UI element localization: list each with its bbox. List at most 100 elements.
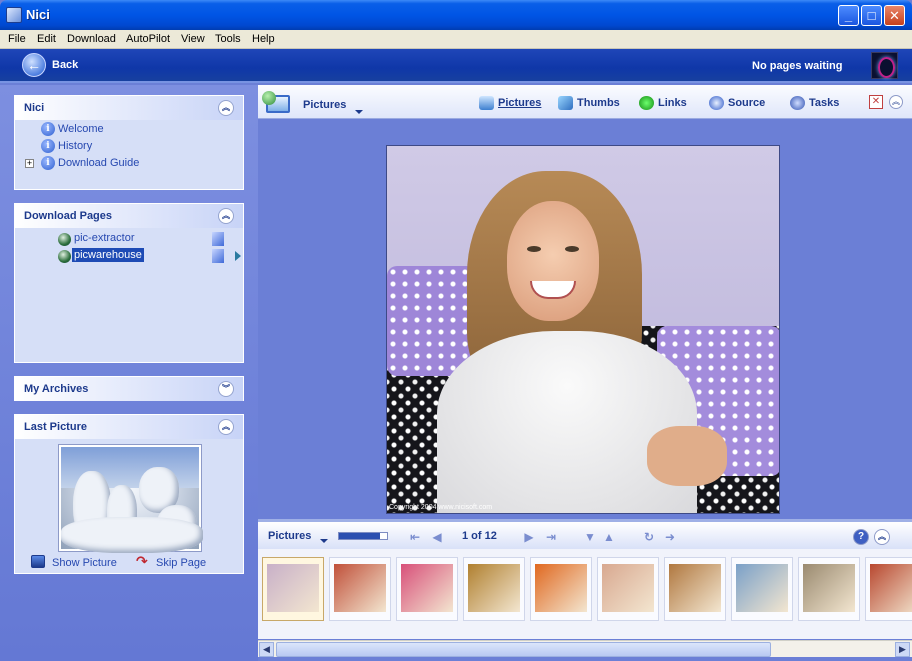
left-pane: Nici ︽ i Welcome i History + i Download …	[0, 85, 258, 661]
page-status-icon	[212, 232, 224, 246]
menu-tools[interactable]: Tools	[215, 33, 241, 45]
picture-counter: 1 of 12	[462, 530, 497, 542]
collapse-icon[interactable]: ︽	[874, 529, 890, 545]
title-bar: Nici _ □ ✕	[0, 0, 912, 30]
thumbnail-image	[334, 564, 386, 612]
tasks-icon	[790, 96, 805, 110]
last-picture-header[interactable]: Last Picture ︽	[15, 415, 243, 439]
thumbnail-image	[267, 564, 319, 612]
thumbnail-deer[interactable]	[664, 557, 726, 621]
view-dropdown-label[interactable]: Pictures	[303, 99, 346, 111]
download-page-item-selected[interactable]: picwarehouse	[72, 248, 144, 262]
menu-help[interactable]: Help	[252, 33, 275, 45]
info-icon: i	[41, 139, 55, 153]
last-picture-panel: Last Picture ︽ Show Picture ↷ Skip Page	[14, 414, 244, 574]
web-page-icon	[58, 233, 71, 246]
menu-view[interactable]: View	[181, 33, 205, 45]
fullscreen-icon[interactable]: ✕	[869, 95, 883, 109]
pictures-view-icon[interactable]	[262, 89, 292, 119]
filmstrip-toolbar: Pictures ⇤ ◀ 1 of 12 ▶ ⇥ ▼ ▲ ↻ ➜ ? ︽	[258, 519, 912, 549]
thumbnail-strip	[258, 549, 912, 639]
main-picture[interactable]: Copyright 2004 www.nicisoft.com	[386, 145, 780, 514]
thumbnail-girl-portrait[interactable]	[262, 557, 324, 621]
nici-panel-header[interactable]: Nici ︽	[15, 96, 243, 120]
menu-edit[interactable]: Edit	[37, 33, 56, 45]
pictures-icon	[479, 96, 494, 110]
minimize-button[interactable]: _	[838, 5, 859, 26]
scroll-right-icon[interactable]: ▶	[895, 642, 910, 657]
collapse-icon[interactable]: ︽	[218, 100, 234, 116]
download-page-item[interactable]: pic-extractor	[74, 232, 135, 244]
thumbnail-lion[interactable]	[463, 557, 525, 621]
forward-icon[interactable]: ➜	[663, 530, 677, 544]
collapse-icon[interactable]: ︽	[889, 95, 903, 109]
thumbnail-rhino[interactable]	[798, 557, 860, 621]
nici-panel: Nici ︽ i Welcome i History + i Download …	[14, 95, 244, 190]
help-icon[interactable]: ?	[853, 529, 869, 545]
upload-icon[interactable]: ▲	[602, 530, 616, 544]
thumbnail-image	[535, 564, 587, 612]
menu-file[interactable]: File	[8, 33, 26, 45]
thumbnail-image	[669, 564, 721, 612]
last-picture-title: Last Picture	[24, 421, 87, 433]
skip-page-link[interactable]: Skip Page	[156, 557, 206, 569]
links-icon	[639, 96, 654, 110]
maximize-button[interactable]: □	[861, 5, 882, 26]
nici-logo-icon	[871, 52, 898, 79]
download-icon[interactable]: ▼	[583, 530, 597, 544]
filmstrip-view-label[interactable]: Pictures	[268, 530, 311, 542]
thumbnail-image	[870, 564, 912, 612]
chevron-down-icon[interactable]	[355, 110, 363, 114]
thumbnail-image	[468, 564, 520, 612]
welcome-link[interactable]: Welcome	[58, 123, 104, 135]
next-picture-icon[interactable]: ▶	[522, 530, 536, 544]
menu-download[interactable]: Download	[67, 33, 116, 45]
info-icon: i	[41, 122, 55, 136]
thumbnail-red-rocks[interactable]	[865, 557, 912, 621]
thumbnail-image	[602, 564, 654, 612]
collapse-icon[interactable]: ︽	[218, 208, 234, 224]
thumbs-icon	[558, 96, 573, 110]
back-button[interactable]: ← Back	[18, 52, 98, 80]
view-toolbar: Pictures Pictures Thumbs Links Source Ta…	[258, 85, 912, 119]
expand-icon[interactable]: +	[25, 159, 34, 168]
last-picture-icon[interactable]: ⇥	[544, 530, 558, 544]
first-picture-icon[interactable]: ⇤	[408, 530, 422, 544]
previous-picture-icon[interactable]: ◀	[430, 530, 444, 544]
monitor-icon	[31, 555, 45, 568]
web-page-icon	[58, 250, 71, 263]
skip-arrow-icon: ↷	[136, 553, 148, 569]
source-icon	[709, 96, 724, 110]
thumbnail-image	[401, 564, 453, 612]
close-button[interactable]: ✕	[884, 5, 905, 26]
menu-bar: File Edit Download AutoPilot View Tools …	[0, 30, 912, 49]
page-status-icon	[212, 249, 224, 263]
show-picture-link[interactable]: Show Picture	[52, 557, 117, 569]
last-picture-thumbnail[interactable]	[58, 444, 203, 553]
app-icon	[6, 7, 22, 23]
menu-autopilot[interactable]: AutoPilot	[126, 33, 170, 45]
chevron-down-icon[interactable]	[320, 539, 328, 543]
back-label: Back	[52, 59, 79, 71]
refresh-icon[interactable]: ↻	[642, 530, 656, 544]
horizontal-scrollbar[interactable]: ◀ ▶	[258, 640, 912, 657]
expand-icon[interactable]: ︾	[218, 381, 234, 397]
download-pages-panel: Download Pages ︽ pic-extractor picwareho…	[14, 203, 244, 363]
thumbnail-woman-standing[interactable]	[597, 557, 659, 621]
scroll-left-icon[interactable]: ◀	[259, 642, 274, 657]
right-pane: Pictures Pictures Thumbs Links Source Ta…	[258, 85, 912, 661]
info-icon: i	[41, 156, 55, 170]
thumbnail-pink-flowers[interactable]	[396, 557, 458, 621]
scrollbar-thumb[interactable]	[276, 642, 771, 657]
history-link[interactable]: History	[58, 140, 92, 152]
my-archives-header[interactable]: My Archives ︾	[15, 377, 243, 401]
download-pages-title: Download Pages	[24, 210, 113, 222]
download-guide-link[interactable]: Download Guide	[58, 157, 139, 169]
play-arrow-icon[interactable]	[235, 251, 241, 261]
thumbnail-red-canyon[interactable]	[329, 557, 391, 621]
thumbnail-orange-flowers[interactable]	[530, 557, 592, 621]
collapse-icon[interactable]: ︽	[218, 419, 234, 435]
thumbnail-pelican[interactable]	[731, 557, 793, 621]
download-pages-header[interactable]: Download Pages ︽	[15, 204, 243, 228]
navigation-bar: ← Back No pages waiting	[0, 49, 912, 83]
